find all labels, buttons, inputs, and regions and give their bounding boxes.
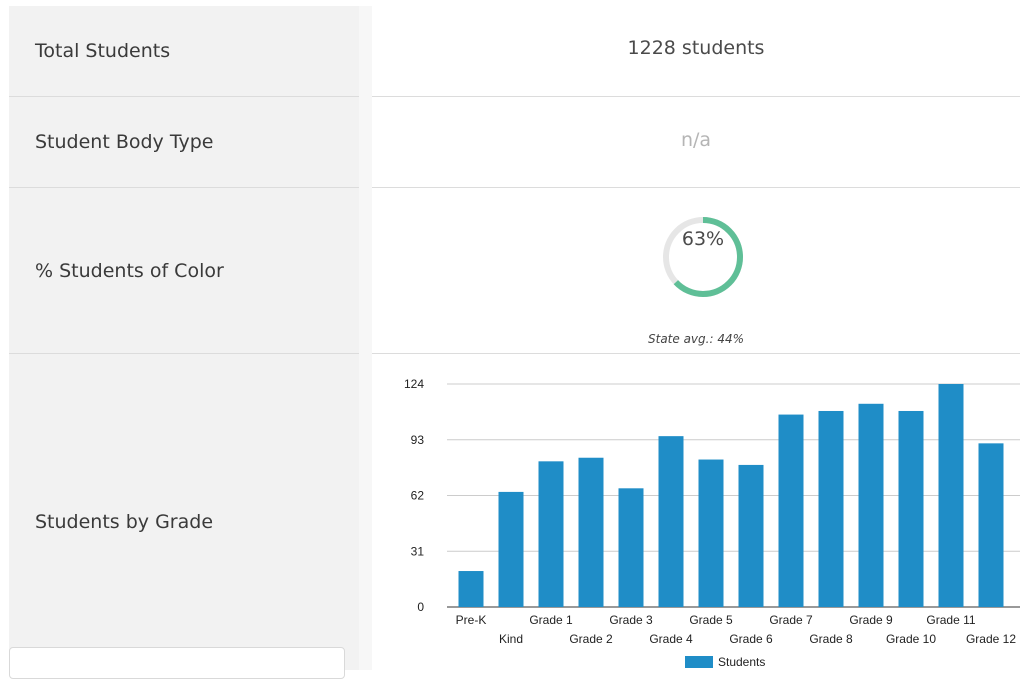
x-tick-label: Grade 5 bbox=[689, 613, 733, 627]
students-of-color-value: 63% bbox=[681, 228, 725, 250]
bar bbox=[698, 459, 724, 607]
student-body-type-label: Student Body Type bbox=[35, 131, 214, 153]
bar bbox=[618, 488, 644, 607]
bar bbox=[658, 436, 684, 607]
x-tick-label: Grade 3 bbox=[609, 613, 653, 627]
total-students-value: 1228 students bbox=[627, 37, 765, 59]
x-tick-label: Grade 4 bbox=[649, 632, 693, 646]
bar bbox=[458, 571, 484, 607]
x-tick-label: Pre-K bbox=[456, 613, 487, 627]
row-divider bbox=[372, 187, 1020, 188]
row-divider bbox=[372, 96, 1020, 97]
x-tick-label: Grade 12 bbox=[966, 632, 1016, 646]
y-tick-label: 124 bbox=[404, 377, 424, 391]
bar bbox=[898, 410, 924, 607]
students-of-color-label: % Students of Color bbox=[35, 259, 224, 282]
y-tick-label: 93 bbox=[411, 433, 425, 447]
legend-label: Students bbox=[718, 655, 765, 669]
x-tick-label: Grade 1 bbox=[529, 613, 573, 627]
y-tick-label: 62 bbox=[411, 489, 425, 503]
column-divider bbox=[359, 6, 372, 670]
bar bbox=[738, 464, 764, 607]
x-tick-label: Grade 10 bbox=[886, 632, 936, 646]
bar bbox=[498, 491, 524, 607]
bar bbox=[538, 461, 564, 607]
students-by-grade-chart: 0 31 62 93 124 Pre-K Kind Grade 1 Grade 2 Grade 3… bbox=[404, 377, 1020, 669]
y-tick-label: 31 bbox=[411, 544, 425, 558]
bar bbox=[978, 443, 1004, 607]
x-tick-label: Grade 6 bbox=[729, 632, 773, 646]
x-tick-label: Grade 8 bbox=[809, 632, 853, 646]
x-tick-label: Grade 9 bbox=[849, 613, 893, 627]
x-tick-label: Kind bbox=[499, 632, 523, 646]
y-tick-label: 0 bbox=[417, 600, 424, 614]
students-by-grade-label: Students by Grade bbox=[35, 510, 214, 533]
bar bbox=[778, 414, 804, 607]
x-tick-label: Grade 11 bbox=[926, 613, 975, 627]
bar bbox=[938, 384, 964, 607]
x-tick-label: Grade 2 bbox=[569, 632, 613, 646]
student-body-type-value: n/a bbox=[680, 129, 712, 151]
students-of-color-donut bbox=[663, 217, 743, 297]
state-average-note: State avg.: 44% bbox=[648, 332, 744, 346]
bottom-panel bbox=[9, 647, 345, 679]
legend-swatch bbox=[685, 656, 713, 668]
total-students-label: Total Students bbox=[35, 40, 171, 62]
bar bbox=[818, 410, 844, 607]
bar bbox=[578, 457, 604, 607]
x-tick-label: Grade 7 bbox=[769, 613, 813, 627]
bar bbox=[858, 403, 884, 607]
